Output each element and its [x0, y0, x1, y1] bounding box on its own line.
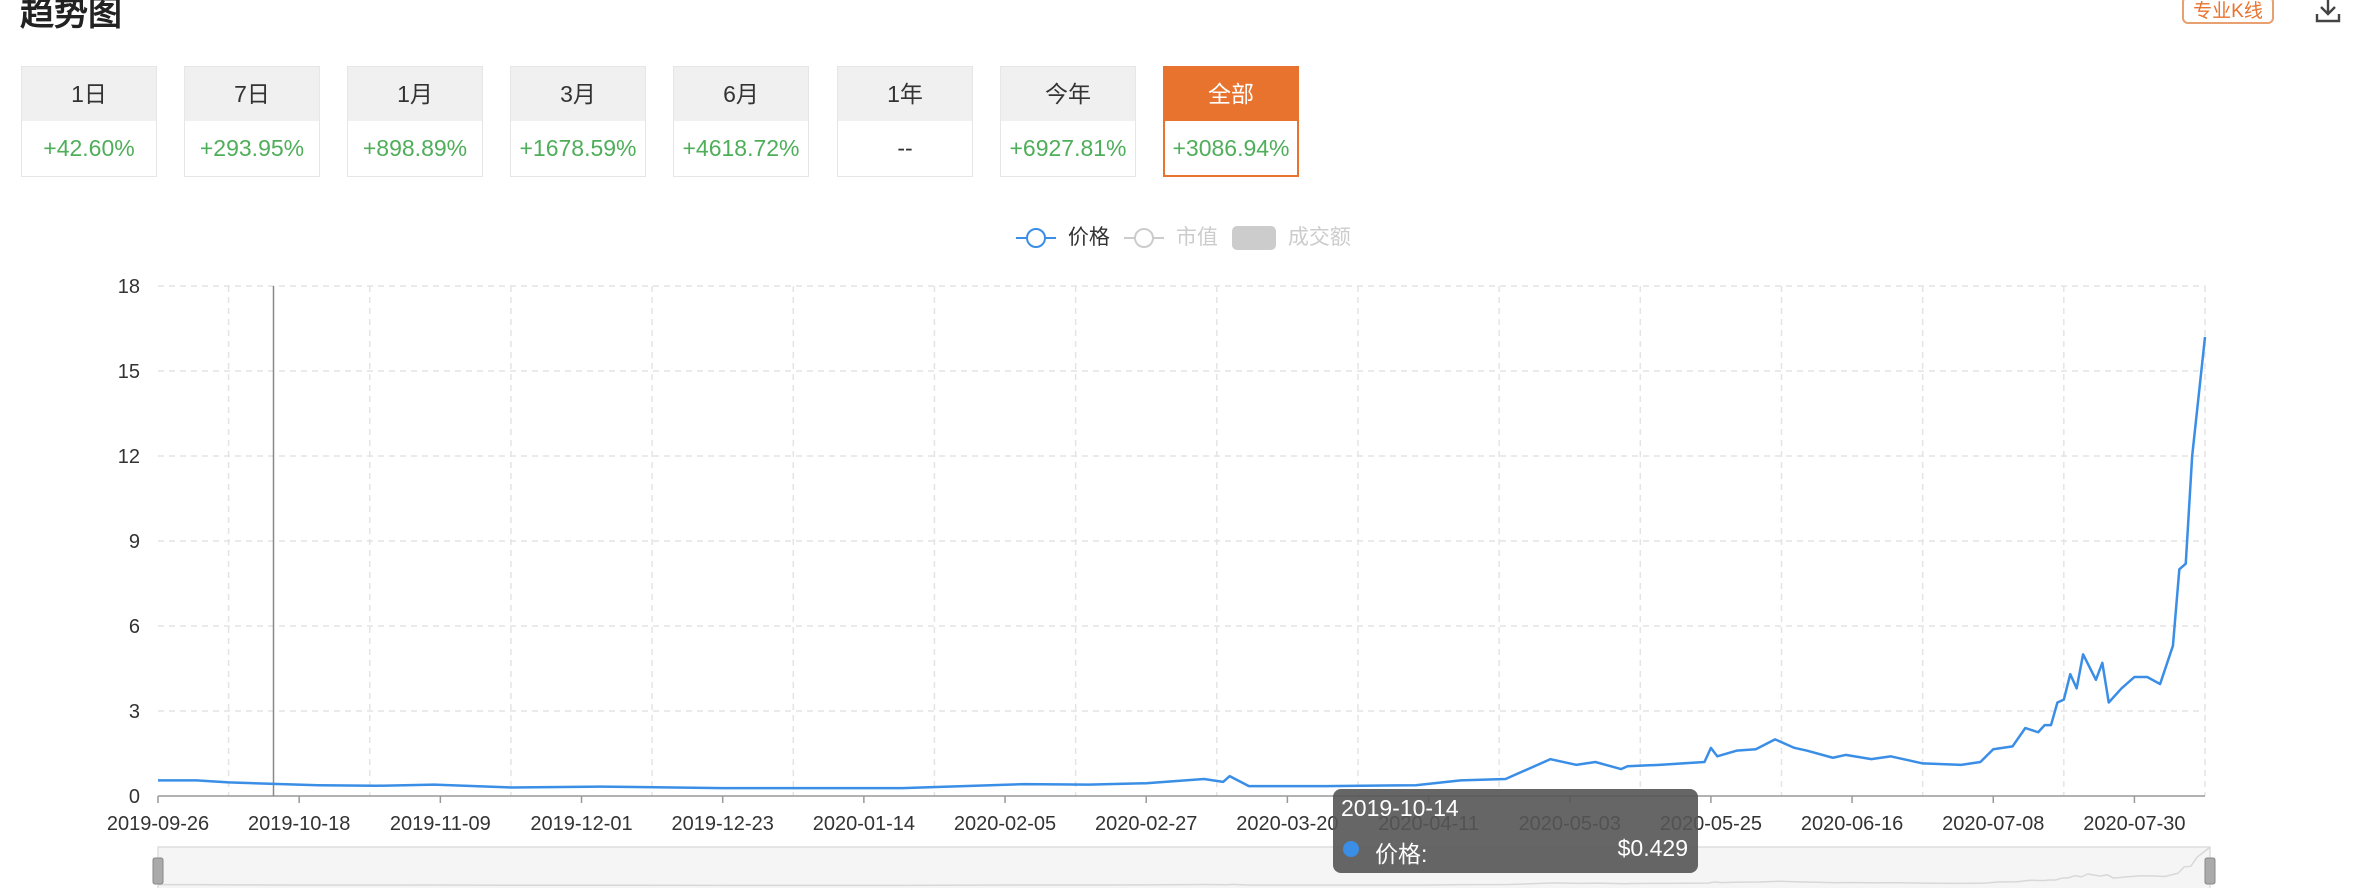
period-change: +293.95% [199, 135, 305, 161]
period-label: 1月 [348, 67, 482, 121]
legend-volume-label: 成交额 [1287, 226, 1351, 249]
period-label: 1年 [838, 67, 972, 121]
period-label: 6月 [674, 67, 808, 121]
legend-box-icon [1232, 226, 1276, 251]
y-tick-label: 6 [129, 616, 140, 638]
page-title: 趋势图 [20, 0, 122, 33]
period-button-2[interactable]: 1月 +898.89% [347, 66, 483, 177]
slider-preview-line [158, 846, 2211, 887]
x-tick-label: 2019-12-23 [672, 813, 774, 835]
y-tick-label: 12 [118, 446, 140, 468]
legend-line-circle-icon [1124, 228, 1164, 249]
x-tick-label: 2019-11-09 [390, 813, 491, 835]
x-tick-label: 2020-02-27 [1095, 813, 1197, 835]
slider-right-handle[interactable] [2204, 857, 2216, 885]
period-button-5[interactable]: 1年 -- [837, 66, 973, 177]
period-button-0[interactable]: 1日 +42.60% [21, 66, 157, 177]
y-tick-label: 9 [129, 531, 140, 553]
period-label: 3月 [511, 67, 645, 121]
legend-line-circle-icon [1016, 228, 1056, 249]
period-button-4[interactable]: 6月 +4618.72% [673, 66, 809, 177]
period-change: +6927.81% [1009, 135, 1127, 161]
period-button-7[interactable]: 全部 +3086.94% [1163, 66, 1299, 177]
period-button-6[interactable]: 今年 +6927.81% [1000, 66, 1136, 177]
period-change: +1678.59% [519, 135, 637, 161]
period-change: +42.60% [43, 135, 135, 161]
y-tick-label: 3 [129, 701, 140, 723]
x-tick-label: 2020-03-20 [1236, 813, 1338, 835]
period-change: +3086.94% [1172, 135, 1290, 161]
period-button-3[interactable]: 3月 +1678.59% [510, 66, 646, 177]
period-label: 全部 [1165, 68, 1297, 121]
chart-tooltip: 2019-10-14 价格: $0.429 [1333, 789, 1698, 873]
tooltip-label: 价格: [1375, 841, 1428, 867]
period-change: +898.89% [362, 135, 468, 161]
pro-kline-button[interactable]: 专业K线 [2182, 0, 2274, 24]
period-change: +4618.72% [682, 135, 800, 161]
y-tick-label: 0 [129, 786, 140, 808]
slider-left-handle[interactable] [152, 857, 164, 885]
tooltip-date: 2019-10-14 [1341, 795, 1459, 821]
data-zoom-slider [157, 846, 2211, 888]
y-tick-label: 15 [118, 361, 140, 383]
legend-price[interactable]: 价格 [1016, 224, 1110, 252]
legend-market-cap[interactable]: 市值 [1124, 224, 1218, 252]
legend-volume[interactable]: 成交额 [1232, 224, 1351, 252]
period-change: -- [897, 135, 913, 161]
x-tick-label: 2020-07-30 [2083, 813, 2185, 835]
legend-market-cap-label: 市值 [1175, 226, 1218, 249]
legend-price-label: 价格 [1067, 226, 1110, 249]
tooltip-value: $0.429 [1617, 835, 1688, 861]
period-label: 今年 [1001, 67, 1135, 121]
x-tick-label: 2019-10-18 [248, 813, 350, 835]
x-tick-label: 2020-07-08 [1942, 813, 2044, 835]
x-tick-label: 2019-12-01 [530, 813, 632, 835]
x-tick-label: 2019-09-26 [107, 813, 209, 835]
period-label: 1日 [22, 67, 156, 121]
download-icon[interactable] [2312, 0, 2344, 26]
x-tick-label: 2020-06-16 [1801, 813, 1903, 835]
price-series-line [158, 336, 2207, 790]
period-button-1[interactable]: 7日 +293.95% [184, 66, 320, 177]
x-tick-label: 2020-02-05 [954, 813, 1056, 835]
x-tick-label: 2020-01-14 [813, 813, 915, 835]
series-dot-icon [1343, 841, 1359, 857]
y-tick-label: 18 [118, 276, 140, 298]
period-label: 7日 [185, 67, 319, 121]
